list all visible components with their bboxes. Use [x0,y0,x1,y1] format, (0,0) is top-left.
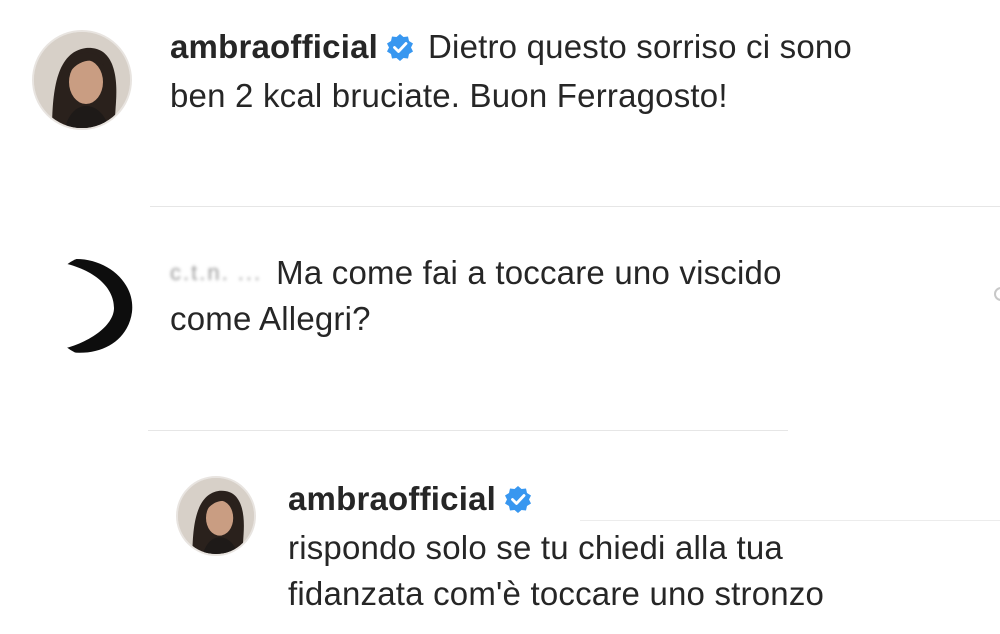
reply-text-line1: rispondo solo se tu chiedi alla tua [288,529,783,566]
section-divider [150,206,1000,207]
like-heart-icon[interactable] [994,287,1000,301]
post-caption-text-line2: ben 2 kcal bruciate. Buon Ferragosto! [170,77,728,114]
commenter-username-redacted[interactable]: c.t.n. ... [170,250,262,296]
avatar-photo [34,32,130,128]
avatar-photo [178,478,254,554]
commenter-avatar[interactable] [48,256,134,356]
reply-username[interactable]: ambraofficial [288,480,496,517]
avatar-photo [58,259,133,353]
post-caption-text-line1: Dietro questo sorriso ci sono [428,28,852,65]
comment-text-line1: Ma come fai a toccare uno viscido [276,254,782,291]
verified-badge-icon [386,27,414,73]
reply-text-line2: fidanzata com'è toccare uno stronzo [288,575,825,612]
reply-divider [148,430,788,431]
comment-text-line2: come Allegri? [170,300,371,337]
reply-input-edge [580,520,1000,521]
post-author-avatar[interactable] [32,30,132,130]
reply-author-avatar[interactable] [176,476,256,556]
post-username[interactable]: ambraofficial [170,28,378,65]
verified-badge-icon [504,479,532,525]
